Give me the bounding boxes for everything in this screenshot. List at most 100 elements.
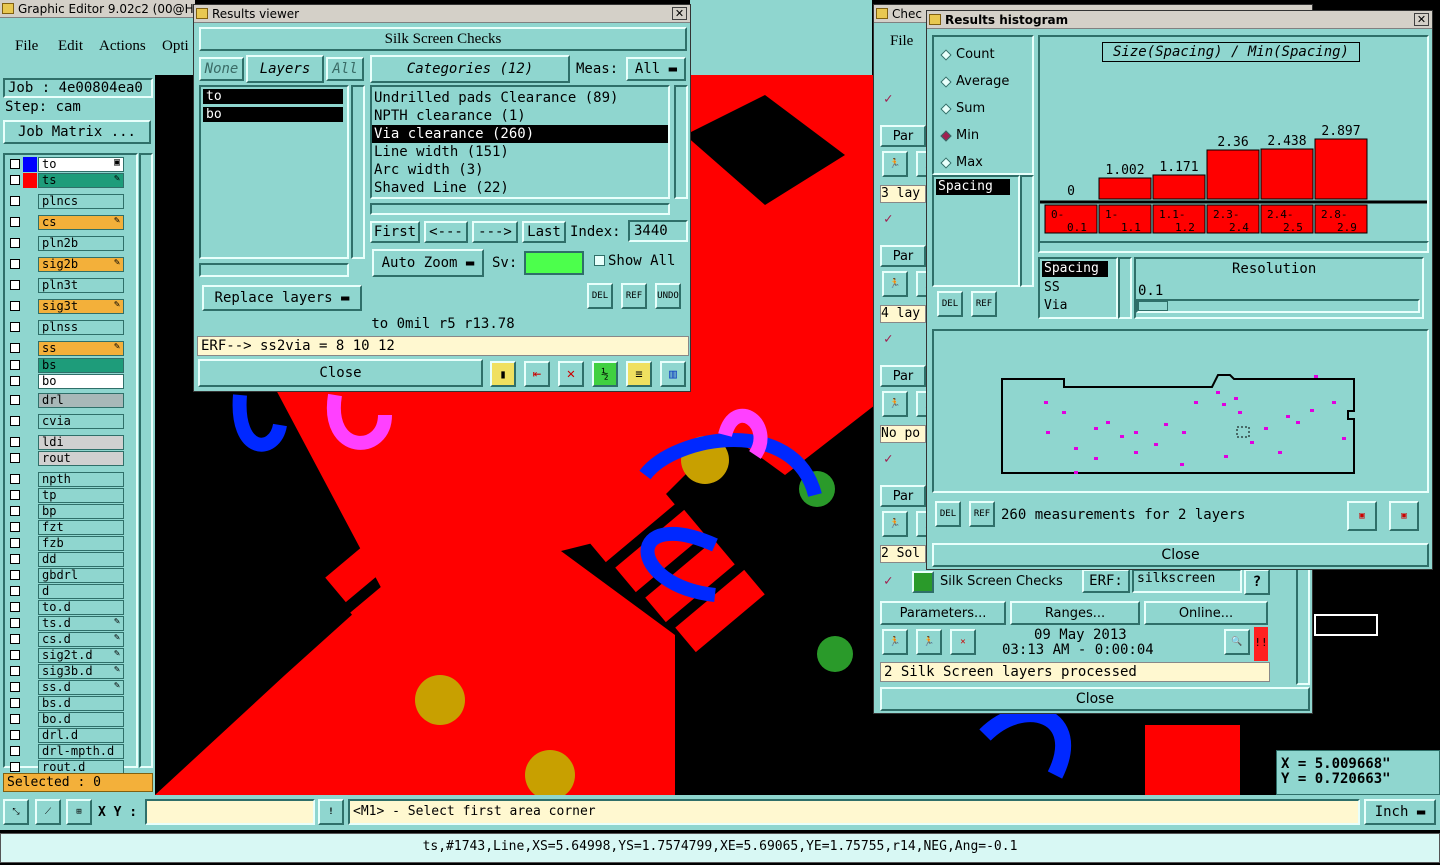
layer-checkbox[interactable]: [10, 762, 20, 772]
category-list[interactable]: Undrilled pads Clearance (89) NPTH cleara…: [370, 85, 670, 199]
measurement-marker[interactable]: [1310, 409, 1314, 412]
layer-row-tp[interactable]: tp: [8, 488, 124, 503]
measurement-marker[interactable]: [1094, 457, 1098, 460]
layer-name[interactable]: to: [38, 157, 124, 172]
layer-name[interactable]: dd: [38, 552, 124, 567]
measurement-marker[interactable]: [1296, 421, 1300, 424]
layer-row-ldi[interactable]: ldi: [8, 435, 124, 450]
check-row-par-button[interactable]: Par: [880, 125, 926, 147]
measurement-marker[interactable]: [1224, 455, 1228, 458]
layer-name[interactable]: bs: [38, 358, 124, 373]
category-item[interactable]: Shaved Line (22): [372, 179, 668, 197]
layer-name[interactable]: cvia: [38, 414, 124, 429]
measurement-marker[interactable]: [1314, 375, 1318, 378]
layer-name[interactable]: rout: [38, 451, 124, 466]
measurement-marker[interactable]: [1278, 451, 1282, 454]
layer-name[interactable]: fzb: [38, 536, 124, 551]
last-button[interactable]: Last: [522, 221, 566, 243]
layer-name[interactable]: bs.d: [38, 696, 124, 711]
layer-name[interactable]: ss.d: [38, 680, 124, 695]
erf-field[interactable]: silkscreen: [1132, 569, 1242, 593]
category-vscroll[interactable]: [674, 85, 688, 199]
layer-checkbox[interactable]: [10, 259, 20, 269]
check-row-par-button[interactable]: Par: [880, 365, 926, 387]
layer-row-fzb[interactable]: fzb: [8, 536, 124, 551]
sv-color-dropdown[interactable]: [524, 251, 584, 275]
parameters-button[interactable]: Parameters...: [880, 601, 1006, 625]
type-spacing[interactable]: Spacing: [1042, 261, 1108, 277]
layer-checkbox[interactable]: [10, 196, 20, 206]
layer-row-rout[interactable]: rout: [8, 451, 124, 466]
erf-button[interactable]: ERF:: [1082, 569, 1130, 593]
layer-name[interactable]: to.d: [38, 600, 124, 615]
layer-row-npth[interactable]: npth: [8, 472, 124, 487]
histogram-close-button[interactable]: Close: [932, 543, 1429, 567]
layer-row-cvia[interactable]: cvia: [8, 414, 124, 429]
report-icon[interactable]: ▮: [490, 361, 516, 387]
layer-name[interactable]: drl.d: [38, 728, 124, 743]
layer-row-gbdrl[interactable]: gbdrl: [8, 568, 124, 583]
category-item[interactable]: Arc width (3): [372, 161, 668, 179]
meas-dropdown[interactable]: All ▬: [626, 57, 686, 81]
mode-radio[interactable]: [940, 157, 952, 169]
histogram-bar[interactable]: [1206, 149, 1260, 200]
measurement-marker[interactable]: [1074, 471, 1078, 474]
layer-row-sig2b[interactable]: sig2b ✎: [8, 257, 124, 272]
check-row-par-button[interactable]: Par: [880, 245, 926, 267]
layer-checkbox[interactable]: [10, 698, 20, 708]
category-item[interactable]: Undrilled pads Clearance (89): [372, 89, 668, 107]
xy-input[interactable]: [145, 799, 315, 825]
mode-radio[interactable]: [940, 49, 952, 61]
layer-row-bs[interactable]: bs: [8, 358, 124, 373]
preview-del-button[interactable]: DEL: [935, 501, 961, 527]
measurement-marker[interactable]: [1164, 423, 1168, 426]
layer-list-hscroll[interactable]: [199, 263, 349, 277]
measurement-marker[interactable]: [1194, 401, 1198, 404]
layer-row-drl-d[interactable]: drl.d: [8, 728, 124, 743]
run-all-icon[interactable]: 🏃: [916, 629, 942, 655]
layer-row-drl[interactable]: drl: [8, 393, 124, 408]
layer-checkbox[interactable]: [10, 301, 20, 311]
layer-name[interactable]: ts: [38, 173, 124, 188]
layer-checkbox[interactable]: [10, 682, 20, 692]
measurement-marker[interactable]: [1222, 403, 1226, 406]
list-icon[interactable]: ≡: [626, 361, 652, 387]
layer-name[interactable]: ss: [38, 341, 124, 356]
measure-icon[interactable]: ⟋: [35, 799, 61, 825]
layer-checkbox[interactable]: [10, 376, 20, 386]
layer-name[interactable]: d: [38, 584, 124, 599]
delete-icon[interactable]: ✕: [558, 361, 584, 387]
layer-row-to-d[interactable]: to.d: [8, 600, 124, 615]
layer-checkbox[interactable]: [10, 602, 20, 612]
layer-row-cs-d[interactable]: cs.d ✎: [8, 632, 124, 647]
layer-name[interactable]: cs.d: [38, 632, 124, 647]
layer-checkbox[interactable]: [10, 554, 20, 564]
layer-list-vscroll[interactable]: [351, 85, 365, 259]
layer-row-drl-mpth-d[interactable]: drl-mpth.d: [8, 744, 124, 759]
layer-checkbox[interactable]: [10, 453, 20, 463]
layer-checkbox[interactable]: [10, 416, 20, 426]
warning-icon[interactable]: !: [318, 799, 344, 825]
mode-label[interactable]: Average: [956, 74, 1009, 89]
undo-button[interactable]: UNDO: [655, 283, 681, 309]
layer-name[interactable]: plncs: [38, 194, 124, 209]
category-item[interactable]: Via clearance (260): [372, 125, 668, 143]
histogram-bar[interactable]: [1152, 174, 1206, 200]
layer-checkbox[interactable]: [10, 506, 20, 516]
measurement-marker[interactable]: [1134, 451, 1138, 454]
layer-row-pln3t[interactable]: pln3t: [8, 278, 124, 293]
menu-file[interactable]: File: [15, 38, 38, 55]
mode-label[interactable]: Min: [956, 128, 979, 143]
measurement-marker[interactable]: [1062, 411, 1066, 414]
layer-name[interactable]: ts.d: [38, 616, 124, 631]
step-icon[interactable]: ½: [592, 361, 618, 387]
layer-checkbox[interactable]: [10, 238, 20, 248]
layer-checkbox[interactable]: [10, 650, 20, 660]
checks-file-menu[interactable]: File: [890, 33, 913, 50]
run-icon[interactable]: 🏃: [882, 151, 908, 177]
close-icon[interactable]: ✕: [1414, 13, 1429, 26]
mode-radio[interactable]: [940, 76, 952, 88]
layer-row-bo-d[interactable]: bo.d: [8, 712, 124, 727]
index-input[interactable]: 3440: [628, 220, 688, 242]
layer-row-plncs[interactable]: plncs: [8, 194, 124, 209]
